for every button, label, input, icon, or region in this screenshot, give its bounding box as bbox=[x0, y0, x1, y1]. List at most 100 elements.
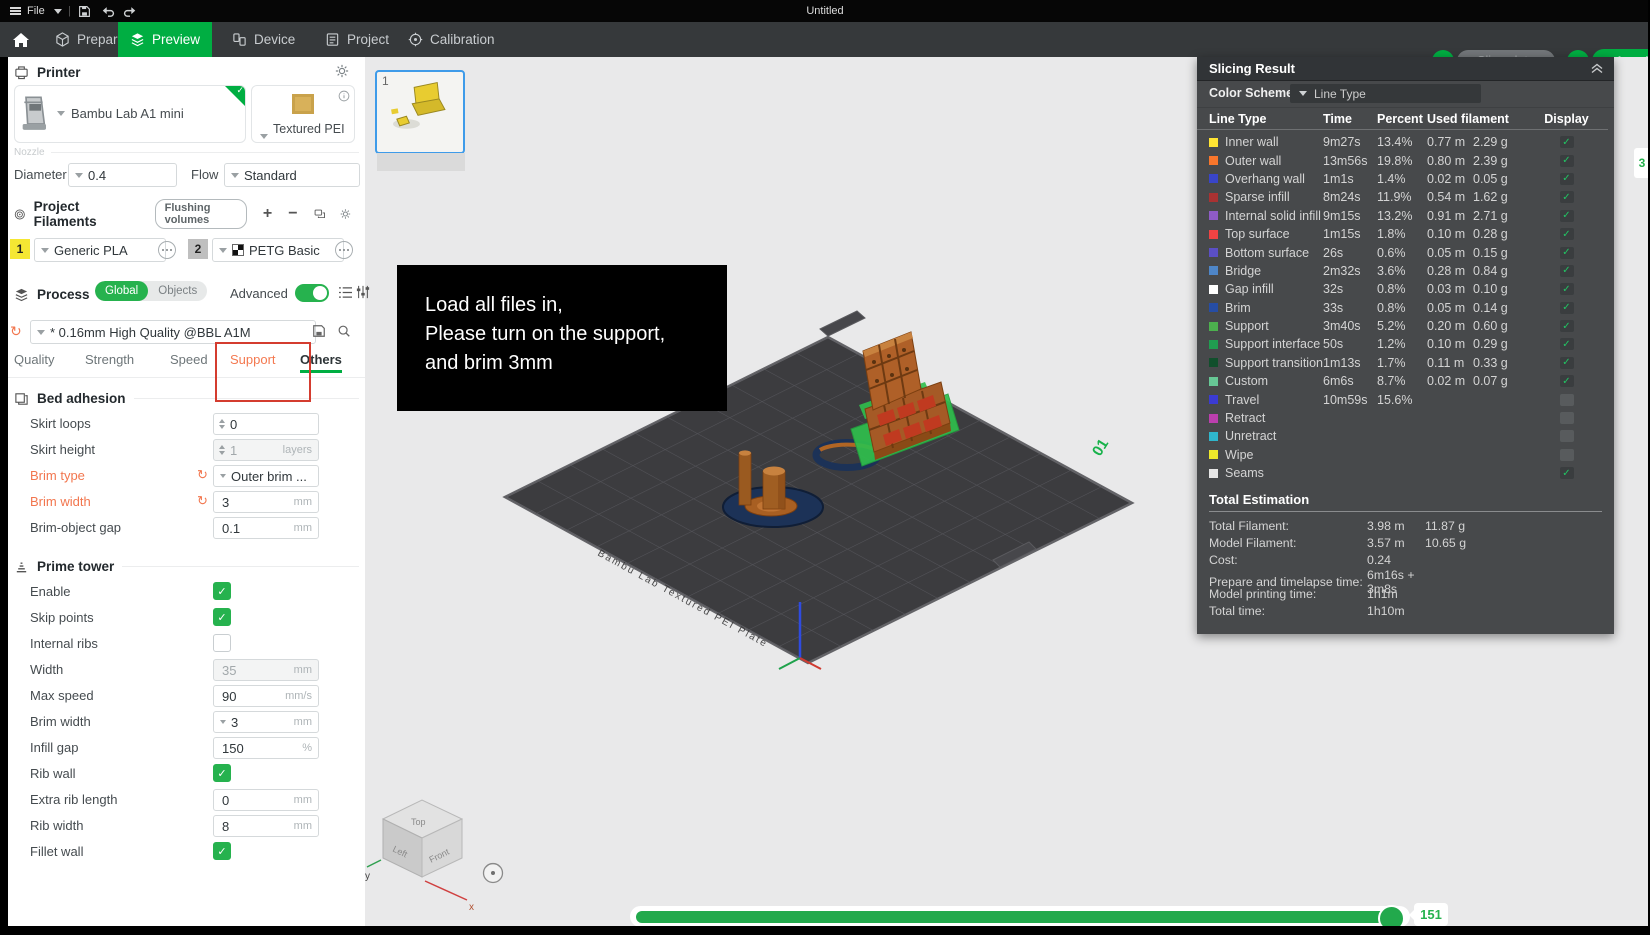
flushing-volumes-button[interactable]: Flushing volumes bbox=[155, 199, 247, 229]
tab-calibration[interactable]: Calibration bbox=[398, 22, 505, 57]
checkbox[interactable]: ✓ bbox=[213, 842, 231, 860]
input-field[interactable]: 8mm bbox=[213, 815, 319, 837]
orbit-button[interactable] bbox=[484, 864, 503, 883]
plate-thumbnail[interactable]: 1 bbox=[375, 70, 465, 154]
process-tab-speed[interactable]: Speed bbox=[170, 352, 208, 367]
display-checkbox[interactable]: ✓ bbox=[1560, 283, 1574, 295]
scope-global[interactable]: Global bbox=[95, 281, 148, 301]
display-checkbox[interactable]: ✓ bbox=[1560, 155, 1574, 167]
input-field[interactable]: 35mm bbox=[213, 659, 319, 681]
reset-value-icon[interactable]: ↻ bbox=[197, 493, 208, 509]
input-field[interactable]: 0mm bbox=[213, 789, 319, 811]
line-type-row: Outer wall13m56s19.8%0.80 m2.39 g✓ bbox=[1197, 151, 1608, 169]
checkbox[interactable]: ✓ bbox=[213, 608, 231, 626]
display-checkbox[interactable]: ✓ bbox=[1560, 357, 1574, 369]
search-icon[interactable] bbox=[337, 324, 351, 338]
filament-1-edit-button[interactable] bbox=[158, 241, 176, 259]
parameter-list-icon[interactable] bbox=[338, 286, 353, 299]
advanced-toggle[interactable] bbox=[295, 284, 329, 302]
file-menu[interactable]: File bbox=[27, 0, 45, 22]
checkbox[interactable]: ✓ bbox=[213, 764, 231, 782]
printer-dropdown-chevron-icon[interactable] bbox=[57, 111, 65, 116]
display-checkbox[interactable]: ✓ bbox=[1560, 467, 1574, 479]
navigation-cube[interactable]: Top Left Front y x bbox=[365, 800, 474, 913]
display-checkbox[interactable]: ✓ bbox=[1560, 320, 1574, 332]
diameter-select[interactable]: 0.4 bbox=[68, 163, 177, 187]
filament-2-select[interactable]: PETG Basic bbox=[212, 238, 344, 262]
col-display: Display bbox=[1525, 112, 1608, 126]
process-tab-strength[interactable]: Strength bbox=[85, 352, 134, 367]
home-button[interactable] bbox=[2, 22, 40, 57]
display-checkbox[interactable] bbox=[1560, 430, 1574, 442]
redo-icon[interactable] bbox=[123, 0, 137, 22]
annotation-overlay: Load all files in, Please turn on the su… bbox=[397, 265, 727, 411]
line-type-length: 0.03 m bbox=[1427, 282, 1473, 296]
reset-value-icon[interactable]: ↻ bbox=[197, 467, 208, 483]
remove-filament-button[interactable]: − bbox=[288, 205, 297, 223]
select-field[interactable]: 3mm bbox=[213, 711, 319, 733]
display-checkbox[interactable]: ✓ bbox=[1560, 375, 1574, 387]
line-type-name: Seams bbox=[1209, 466, 1323, 480]
tab-project[interactable]: Project bbox=[315, 22, 399, 57]
printer-header: Printer bbox=[37, 65, 81, 80]
sync-filament-icon[interactable] bbox=[314, 207, 326, 221]
process-tab-quality[interactable]: Quality bbox=[14, 352, 54, 367]
spin-field[interactable]: 0 bbox=[213, 413, 319, 435]
move-slider[interactable] bbox=[630, 906, 1410, 927]
display-checkbox[interactable]: ✓ bbox=[1560, 228, 1574, 240]
file-menu-chevron-icon[interactable] bbox=[54, 0, 62, 22]
display-checkbox[interactable]: ✓ bbox=[1560, 210, 1574, 222]
printer-select-card[interactable]: Bambu Lab A1 mini bbox=[14, 85, 246, 143]
add-filament-button[interactable]: + bbox=[263, 205, 272, 223]
display-checkbox[interactable]: ✓ bbox=[1560, 191, 1574, 203]
filament-1-select[interactable]: Generic PLA bbox=[34, 238, 166, 262]
filament-settings-gear-icon[interactable] bbox=[340, 207, 351, 221]
display-checkbox[interactable] bbox=[1560, 394, 1574, 406]
tune-icon[interactable] bbox=[356, 285, 370, 299]
display-checkbox[interactable] bbox=[1560, 412, 1574, 424]
plate-type-card[interactable]: Textured PEI ... bbox=[251, 85, 355, 143]
collapse-panel-icon[interactable] bbox=[1590, 63, 1604, 74]
input-field[interactable]: 150% bbox=[213, 737, 319, 759]
spinner-arrows[interactable] bbox=[219, 419, 225, 429]
line-type-time: 9m15s bbox=[1323, 209, 1377, 223]
hamburger-menu-icon[interactable] bbox=[10, 0, 21, 22]
spinner-arrows[interactable] bbox=[219, 445, 225, 455]
plate-type[interactable]: Textured PEI ... bbox=[273, 122, 354, 143]
process-scope-switch[interactable]: Global Objects bbox=[95, 281, 207, 301]
spin-field[interactable]: 1layers bbox=[213, 439, 319, 461]
preset-reset-icon[interactable]: ↻ bbox=[10, 323, 22, 340]
color-scheme-select[interactable]: Line Type bbox=[1290, 84, 1481, 103]
filament-2-edit-button[interactable] bbox=[335, 241, 353, 259]
checkbox[interactable]: ✓ bbox=[213, 582, 231, 600]
plate-dropdown-chevron-icon[interactable] bbox=[260, 134, 268, 139]
preset-select[interactable]: * 0.16mm High Quality @BBL A1M bbox=[30, 320, 316, 344]
flow-label: Flow bbox=[191, 167, 218, 182]
tab-preview[interactable]: Preview bbox=[118, 22, 212, 57]
support-tab-annotation-box bbox=[215, 342, 311, 402]
display-checkbox[interactable]: ✓ bbox=[1560, 265, 1574, 277]
tab-device[interactable]: Device bbox=[222, 22, 305, 57]
field-unit: mm bbox=[294, 522, 312, 534]
display-checkbox[interactable] bbox=[1560, 449, 1574, 461]
display-checkbox[interactable]: ✓ bbox=[1560, 136, 1574, 148]
filament-1-badge[interactable]: 1 bbox=[10, 239, 30, 259]
display-checkbox[interactable]: ✓ bbox=[1560, 302, 1574, 314]
printer-settings-gear-icon[interactable] bbox=[335, 64, 349, 81]
display-checkbox[interactable]: ✓ bbox=[1560, 247, 1574, 259]
checkbox[interactable] bbox=[213, 634, 231, 652]
save-preset-icon[interactable] bbox=[312, 324, 326, 338]
select-field[interactable]: Outer brim ... bbox=[213, 465, 319, 487]
filament-2-badge[interactable]: 2 bbox=[188, 239, 208, 259]
info-icon[interactable] bbox=[338, 90, 350, 102]
undo-icon[interactable] bbox=[101, 0, 115, 22]
flow-select[interactable]: Standard bbox=[224, 163, 360, 187]
display-checkbox[interactable]: ✓ bbox=[1560, 338, 1574, 350]
input-field[interactable]: 90mm/s bbox=[213, 685, 319, 707]
display-checkbox[interactable]: ✓ bbox=[1560, 173, 1574, 185]
printer-name[interactable]: Bambu Lab A1 mini bbox=[71, 106, 184, 121]
input-field[interactable]: 3mm bbox=[213, 491, 319, 513]
save-icon[interactable] bbox=[78, 0, 91, 22]
scope-objects[interactable]: Objects bbox=[148, 281, 207, 301]
input-field[interactable]: 0.1mm bbox=[213, 517, 319, 539]
